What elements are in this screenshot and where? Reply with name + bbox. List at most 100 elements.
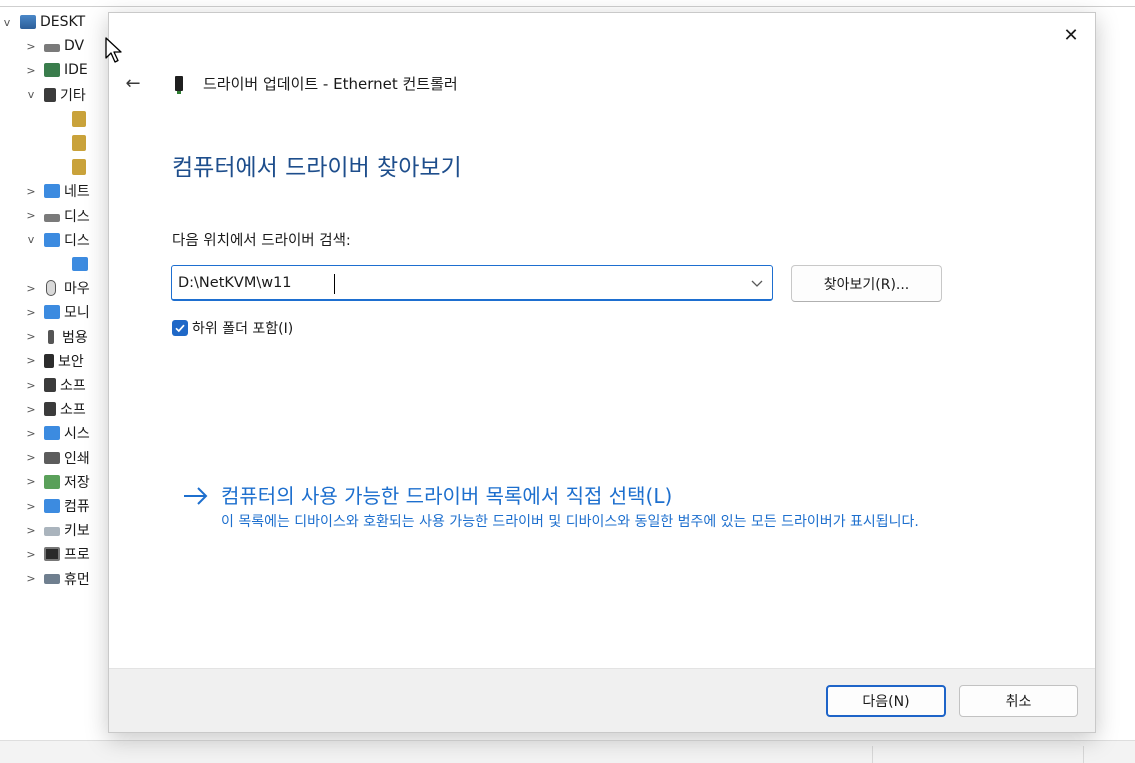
chevron-right-icon [52,112,66,126]
device-tree-item-label: 시스 [64,426,90,443]
device-tree-item-label: 보안 [58,353,84,370]
device-tree-item[interactable]: v 기타 [24,83,86,107]
software-device-icon [44,402,56,417]
device-tree-item[interactable]: > 네트 [24,179,90,203]
print-queue-icon [44,451,60,464]
device-tree-item[interactable]: > IDE [24,58,88,82]
device-tree-item-label: 범용 [62,329,88,346]
device-tree-item-label: 키보 [64,523,90,540]
device-tree-item-label: 소프 [60,378,86,394]
chevron-right-icon[interactable]: > [24,499,38,513]
device-tree-item-label: DESKT [40,14,86,30]
disk-icon [44,213,60,222]
include-subfolders-label[interactable]: 하위 폴더 포함(I) [192,318,293,338]
device-tree-item[interactable] [52,107,90,131]
mouse-icon [46,280,56,297]
computer-icon [20,15,36,29]
chevron-right-icon[interactable]: > [24,354,38,368]
close-button[interactable]: ✕ [1055,19,1087,51]
chevron-right-icon [52,136,66,150]
device-tree-item[interactable] [52,252,92,276]
device-tree-item[interactable]: > 휴먼 [24,567,90,591]
close-icon: ✕ [1063,24,1079,46]
chevron-right-icon[interactable]: > [24,572,38,586]
device-tree-item-label: 디스 [64,232,90,249]
status-bar-divider [1083,746,1084,763]
browse-button[interactable]: 찾아보기(R)... [791,265,942,302]
pick-from-list-title[interactable]: 컴퓨터의 사용 가능한 드라이버 목록에서 직접 선택(L) [221,483,1021,509]
chevron-right-icon[interactable]: > [24,184,38,198]
chevron-right-icon[interactable]: > [24,426,38,440]
status-bar [0,740,1135,763]
disk-drive-icon [44,44,60,53]
driver-path-input[interactable] [172,274,732,291]
device-tree-item[interactable]: > 키보 [24,518,90,542]
chevron-right-icon[interactable]: > [24,547,38,561]
chevron-right-icon[interactable]: > [24,63,38,77]
device-tree-item[interactable]: > 소프 [24,373,86,397]
device-tree-item[interactable]: > 보안 [24,349,84,373]
device-tree-item-label: 네트 [64,184,90,201]
device-tree-item-label: 휴먼 [64,571,90,588]
device-tree-item[interactable] [52,155,90,179]
device-tree-item-label: 기타 [60,87,86,104]
device-tree-item[interactable]: > 범용 [24,325,88,349]
keyboard-icon [44,527,60,537]
dialog-footer [109,668,1095,732]
device-tree-item-label: IDE [64,62,88,79]
ethernet-device-icon [175,76,183,94]
device-tree-item[interactable]: > 저장 [24,470,90,494]
device-tree-item[interactable]: > 시스 [24,421,90,445]
chevron-right-icon [52,257,66,271]
device-tree-item-label: 프로 [64,547,90,564]
usb-icon [48,329,54,344]
next-button[interactable]: 다음(N) [826,685,946,717]
system-device-icon [44,426,60,441]
back-button[interactable]: ← [121,71,145,95]
chevron-right-icon[interactable]: > [24,330,38,344]
arrow-right-icon [184,487,208,505]
device-tree-item[interactable]: > 컴퓨 [24,494,90,518]
pick-from-list-link[interactable]: 컴퓨터의 사용 가능한 드라이버 목록에서 직접 선택(L) 이 목록에는 디바… [181,483,1021,532]
device-tree-item[interactable] [52,131,90,155]
other-devices-icon [44,87,56,102]
device-tree-item[interactable]: > 마우 [24,276,90,300]
security-icon [44,353,54,368]
search-location-label: 다음 위치에서 드라이버 검색: [172,233,351,249]
chevron-right-icon[interactable]: > [24,281,38,295]
chevron-right-icon[interactable]: > [24,402,38,416]
chevron-right-icon[interactable]: > [24,451,38,465]
chevron-down-icon[interactable]: v [24,88,38,102]
chevron-right-icon[interactable]: > [24,523,38,537]
chevron-right-icon[interactable]: > [24,209,38,223]
display-adapter-child-icon [72,257,88,271]
device-tree-item[interactable]: > 프로 [24,542,90,566]
device-tree-item[interactable]: v DESKT [0,10,85,34]
device-tree-item[interactable]: > 디스 [24,204,90,228]
include-subfolders-checkbox[interactable] [172,320,188,336]
chevron-right-icon[interactable]: > [24,305,38,319]
storage-controller-icon [44,474,60,489]
chevron-right-icon [52,160,66,174]
chevron-down-icon[interactable]: v [0,15,14,29]
pick-from-list-description: 이 목록에는 디바이스와 호환되는 사용 가능한 드라이버 및 디바이스와 동일… [221,514,919,530]
monitor-icon [44,305,60,320]
device-tree-item-label: 디스 [64,208,90,225]
chevron-right-icon[interactable]: > [24,39,38,53]
device-tree-item[interactable]: > DV [24,34,84,58]
device-tree-item[interactable]: > 인쇄 [24,446,89,470]
page-heading: 컴퓨터에서 드라이버 찾아보기 [172,155,462,181]
chevron-right-icon[interactable]: > [24,475,38,489]
mouse-cursor-icon [105,37,122,63]
device-tree-item[interactable]: v 디스 [24,228,90,252]
ide-controller-icon [44,63,60,78]
chevron-down-icon[interactable]: v [24,233,38,247]
cancel-button[interactable]: 취소 [959,685,1078,717]
chevron-down-icon[interactable] [750,276,764,290]
include-subfolders-row[interactable]: 하위 폴더 포함(I) [172,318,293,338]
driver-path-combobox[interactable] [171,265,773,301]
software-component-icon [44,378,56,392]
device-tree-item[interactable]: > 모니 [24,300,90,324]
chevron-right-icon[interactable]: > [24,378,38,392]
device-tree-item[interactable]: > 소프 [24,397,86,421]
